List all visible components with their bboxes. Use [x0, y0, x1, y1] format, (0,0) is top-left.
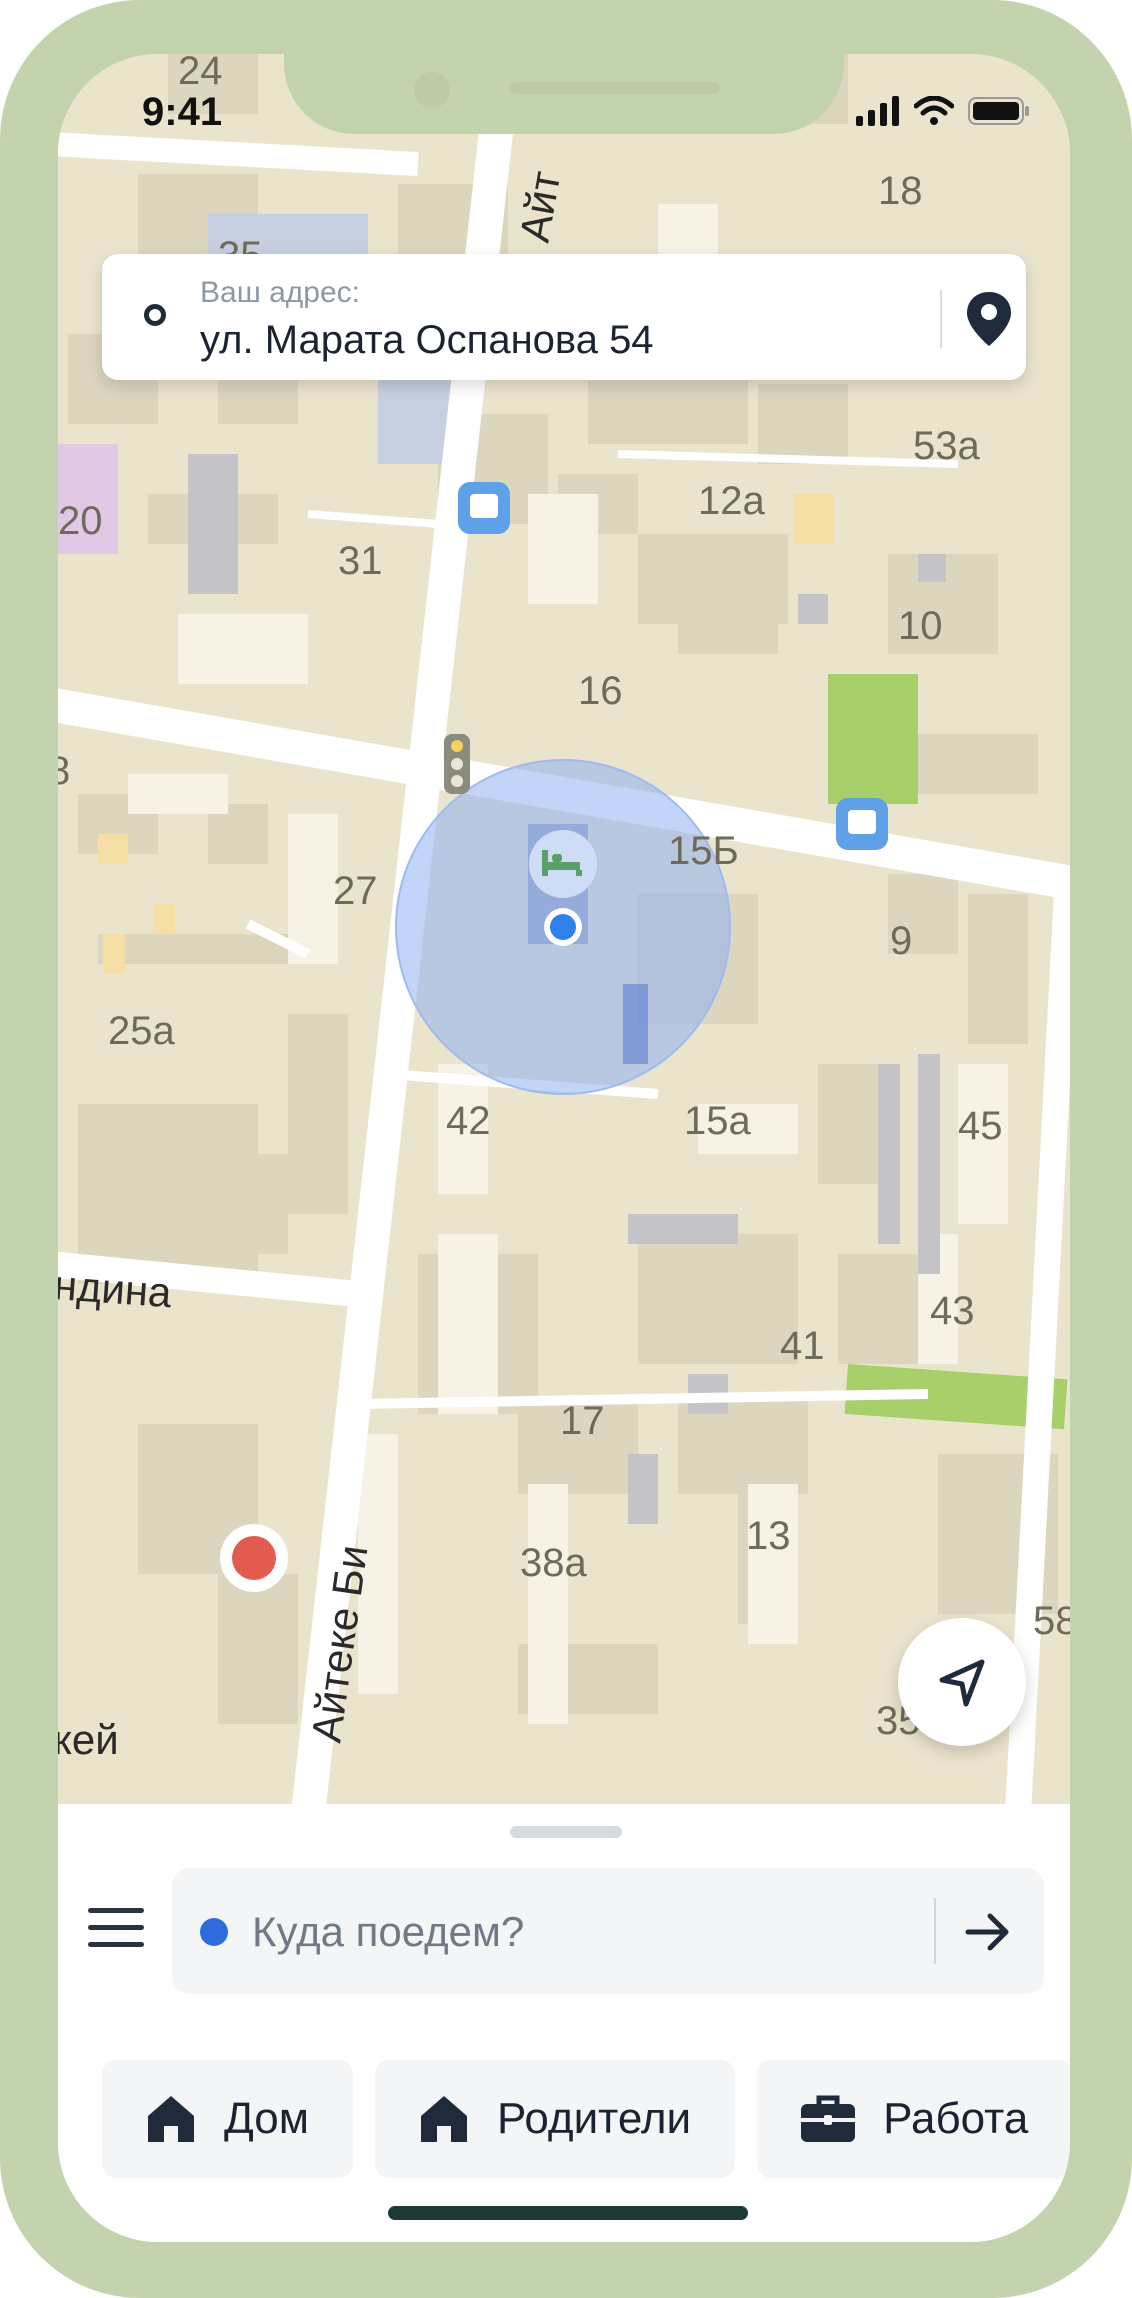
sheet-drag-handle[interactable] [510, 1826, 622, 1838]
phone-screen: 24 18 35 53а 20 31 12а 10 16 8 15Б 27 9 … [58, 54, 1070, 2242]
status-time: 9:41 [142, 90, 223, 134]
street-label-key: кей [58, 1716, 119, 1763]
quick-place-work[interactable]: Работа [757, 2060, 1070, 2178]
map-label-17: 17 [560, 1399, 605, 1443]
map-label-42: 42 [446, 1099, 491, 1143]
notch [284, 54, 844, 134]
device-frame: 24 18 35 53а 20 31 12а 10 16 8 15Б 27 9 … [0, 0, 1132, 2298]
arrow-right-icon[interactable] [962, 1906, 1014, 1958]
quick-place-label: Работа [883, 2094, 1029, 2143]
hamburger-icon [88, 1908, 144, 1913]
hamburger-line [88, 1925, 144, 1930]
map-label-16: 16 [578, 669, 623, 713]
address-card[interactable]: Ваш адрес: ул. Марата Оспанова 54 [102, 254, 1026, 380]
search-divider [934, 1898, 936, 1964]
map-label-43: 43 [930, 1289, 975, 1333]
menu-button[interactable] [88, 1908, 144, 1952]
street-label-ndina: ндина [58, 1261, 174, 1316]
map-label-24: 24 [178, 54, 223, 93]
map-label-45: 45 [958, 1104, 1003, 1148]
map-label-15b: 15Б [668, 829, 739, 873]
map-label-25a: 25а [108, 1009, 175, 1053]
quick-place-label: Дом [224, 2094, 310, 2143]
map-pin-icon[interactable] [964, 290, 1014, 348]
destination-input[interactable] [250, 1896, 934, 1968]
address-divider [940, 290, 942, 348]
address-value[interactable]: ул. Марата Оспанова 54 [200, 318, 654, 363]
locate-me-button[interactable] [898, 1618, 1026, 1746]
map-label-27: 27 [333, 869, 378, 913]
map-label-53a: 53а [913, 424, 980, 468]
street-label-ait: Айт [511, 168, 570, 246]
bottom-sheet: Дом Родители Работа [58, 1804, 1070, 2242]
home-icon [421, 2096, 468, 2142]
quick-place-parents[interactable]: Родители [375, 2060, 736, 2178]
camera [414, 72, 450, 108]
signal-icon [856, 96, 899, 126]
hamburger-line [88, 1942, 144, 1947]
map-label-10: 10 [898, 604, 943, 648]
briefcase-icon [801, 2095, 856, 2142]
map-label-12a: 12а [698, 479, 765, 523]
status-icons [856, 96, 1030, 126]
destination-dot-icon [200, 1918, 228, 1946]
map-label-58: 58 [1033, 1599, 1070, 1643]
speaker [509, 82, 719, 94]
quick-places: Дом Родители Работа [102, 2060, 1070, 2178]
quick-place-home[interactable]: Дом [102, 2060, 354, 2178]
wifi-icon [914, 96, 954, 125]
map-label-15a: 15а [684, 1099, 751, 1143]
map-label-8: 8 [58, 749, 70, 793]
home-indicator [388, 2206, 748, 2220]
map-label-9: 9 [890, 919, 912, 963]
address-label: Ваш адрес: [200, 276, 360, 309]
battery-icon [968, 97, 1029, 125]
quick-place-label: Родители [497, 2094, 692, 2143]
navigation-arrow-icon [939, 1659, 985, 1707]
destination-search[interactable] [172, 1868, 1044, 1994]
map-label-31: 31 [338, 539, 383, 583]
map-label-41: 41 [780, 1324, 825, 1368]
map-label-20: 20 [58, 499, 103, 543]
map-label-13: 13 [746, 1514, 791, 1558]
map-label-38a: 38а [520, 1541, 587, 1585]
origin-ring-icon [144, 304, 166, 326]
map-label-18: 18 [878, 169, 923, 213]
home-icon [148, 2096, 194, 2142]
